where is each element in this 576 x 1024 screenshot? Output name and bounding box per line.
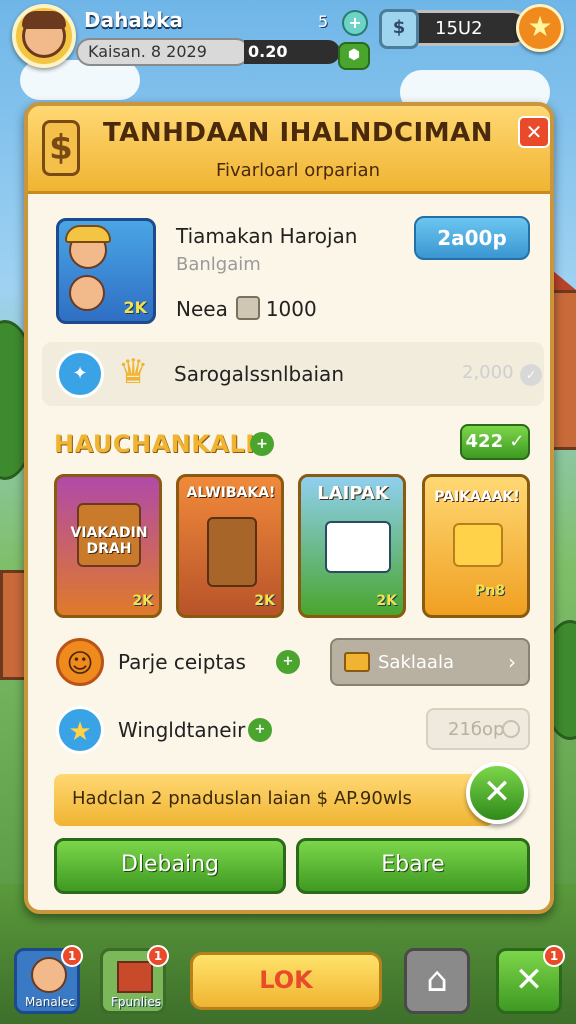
resource-icon — [235, 296, 260, 320]
star-button[interactable]: ★ — [516, 4, 564, 52]
gold-bar-icon — [344, 652, 370, 672]
info-icon — [502, 720, 520, 738]
level-pill: Kaisan. 8 2029 — [76, 38, 250, 66]
row-label: Parje ceiptas — [118, 650, 246, 674]
offer-card[interactable]: ALWIBAKA! 2K — [176, 474, 284, 618]
worker-icon — [69, 275, 105, 311]
offer-card[interactable]: PAIKAAAK! Pn8 — [422, 474, 530, 618]
buy-price-button[interactable]: 2a00p — [414, 216, 530, 260]
list-item: ☺ Parje ceiptas + Saklaala › — [56, 636, 536, 690]
item-subtitle: Banlgaim — [176, 254, 261, 275]
promo-text: Hadclan 2 pnaduslan laian $ AP.90wls — [72, 788, 412, 809]
gem-button[interactable]: ⬢ — [338, 42, 370, 70]
hard-hat-icon — [65, 225, 111, 243]
ok-button[interactable]: LOK — [190, 952, 382, 1010]
panel-header: $ TANHDAAN IHALNDCIMAN Fivarloarl orpari… — [28, 106, 550, 194]
card-label: LAIPAK — [317, 483, 389, 504]
avatar-face-icon — [22, 11, 66, 58]
row-button-label: Saklaala — [378, 652, 454, 673]
offer-card[interactable]: LAIPAK 2K — [298, 474, 406, 618]
check-icon: ✓ — [520, 364, 542, 386]
panel-subtitle: Fivarloarl orparian — [215, 160, 380, 181]
coin-icon: $ — [379, 9, 419, 49]
bonus-row: ✦ ♛ Sarogalssnlbaian 2,000 ✓ — [42, 342, 544, 406]
need-label: Neea — [176, 297, 228, 321]
card-badge: 2K — [254, 593, 275, 609]
crown-icon: ♛ — [118, 352, 149, 392]
row-add-button[interactable]: + — [276, 650, 300, 674]
section-count-button[interactable]: 422 ✓ — [460, 424, 530, 460]
section-title: HAUCHANKALK — [54, 430, 265, 458]
chevron-right-icon: › — [508, 650, 516, 674]
nav-profile-label: Manalec — [25, 995, 75, 1009]
smiley-icon: ☺ — [56, 638, 104, 686]
xp-bar: 0.20 — [244, 40, 340, 64]
profile-icon — [31, 957, 67, 993]
need-value: 1000 — [265, 297, 317, 321]
section-add-button[interactable]: + — [250, 432, 274, 456]
photo-icon — [325, 521, 391, 573]
notification-badge: 1 — [61, 945, 83, 967]
card-label: VIAKADIN DRAH — [70, 525, 148, 557]
player-avatar[interactable] — [12, 4, 76, 68]
row-value-button[interactable]: 21бор — [426, 708, 530, 750]
card-badge: 2K — [376, 593, 397, 609]
row-button-label: 21бор — [448, 719, 505, 740]
notification-badge: 1 — [543, 945, 565, 967]
nav-profile[interactable]: Manalec 1 — [14, 945, 83, 1014]
currency-display: $ 15U2 — [379, 9, 530, 49]
offer-card[interactable]: VIAKADIN DRAH 2K — [54, 474, 162, 618]
player-name: Dahabka — [84, 8, 183, 32]
row-add-button[interactable]: + — [248, 718, 272, 742]
item-requirement: Neea 1000 — [176, 296, 317, 321]
reward-image: 2K — [56, 218, 156, 324]
cheese-icon — [453, 523, 503, 567]
right-action-button[interactable]: Ebare — [296, 838, 530, 894]
add-xp-button[interactable]: + — [342, 10, 368, 36]
promo-banner[interactable]: Hadclan 2 pnaduslan laian $ AP.90wls — [54, 774, 494, 826]
bonus-value: 2,000 — [462, 362, 514, 383]
card-label: ALWIBAKA! — [186, 485, 276, 501]
section-count: 422 — [465, 431, 504, 452]
card-label: PAIKAAAK! — [434, 489, 520, 505]
offer-cards: VIAKADIN DRAH 2K ALWIBAKA! 2K LAIPAK 2K … — [54, 474, 534, 620]
row-action-button[interactable]: Saklaala › — [330, 638, 530, 686]
bonus-label: Sarogalssnlbaian — [174, 362, 344, 386]
card-badge: Pn8 — [475, 583, 505, 599]
row-label: Wingldtaneir — [118, 718, 246, 742]
promo-close-button[interactable]: ✕ — [466, 762, 528, 824]
bonus-icon: ✦ — [56, 350, 104, 398]
list-item: ★ Wingldtaneir + 21бор — [56, 704, 536, 758]
panel-title: TANHDAAN IHALNDCIMAN — [103, 118, 493, 148]
shop-icon — [117, 961, 153, 993]
top-bar: Dahabka Kaisan. 8 2029 0.20 5 + ⬢ $ 15U2… — [0, 0, 576, 90]
home-button[interactable]: ⌂ — [404, 948, 470, 1014]
nav-shop[interactable]: Fpunlies 1 — [100, 945, 169, 1014]
xp-count: 5 — [318, 12, 329, 31]
card-badge: 2K — [132, 593, 153, 609]
reward-badge: 2K — [123, 298, 147, 317]
crate-icon — [207, 517, 257, 587]
currency-value: 15U2 — [435, 18, 483, 39]
dollar-badge-icon: $ — [42, 120, 80, 176]
bottom-nav: Manalec 1 Fpunlies 1 LOK ⌂ ✕ 1 — [0, 940, 576, 1024]
item-name: Tiamakan Harojan — [176, 224, 358, 248]
exit-button[interactable]: ✕ 1 — [496, 945, 565, 1014]
close-button[interactable]: ✕ — [518, 116, 550, 148]
nav-shop-label: Fpunlies — [110, 995, 162, 1009]
left-action-button[interactable]: Dlebaing — [54, 838, 286, 894]
offer-panel: $ TANHDAAN IHALNDCIMAN Fivarloarl orpari… — [24, 102, 554, 914]
notification-badge: 1 — [147, 945, 169, 967]
star-icon: ★ — [56, 706, 104, 754]
